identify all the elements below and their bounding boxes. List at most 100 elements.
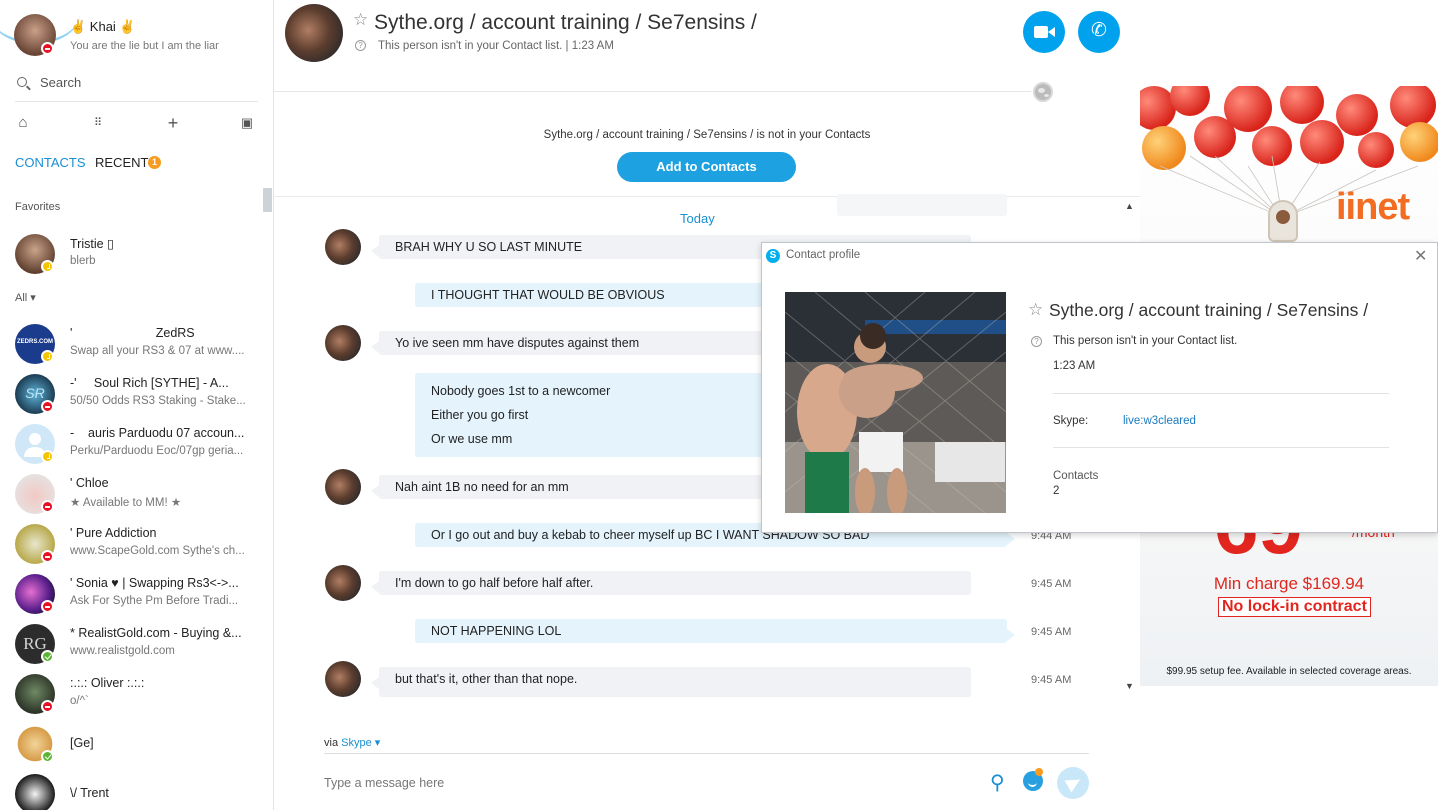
home-icon[interactable]: ⌂ xyxy=(13,112,33,134)
balloon-decoration xyxy=(1390,86,1436,128)
scroll-down-arrow-icon[interactable]: ▼ xyxy=(1125,681,1134,691)
contact-name: :.:.: Oliver :.:.: xyxy=(70,676,145,690)
contact-list-item[interactable]: \/ Trent xyxy=(0,772,263,810)
phone-icon: ✆ xyxy=(1091,20,1107,41)
status-away-icon xyxy=(41,350,54,363)
contact-list-item[interactable]: RG * RealistGold.com - Buying &... www.r… xyxy=(0,622,263,670)
sender-avatar[interactable] xyxy=(325,661,361,697)
contact-list-item[interactable]: - auris Parduodu 07 accoun... Perku/Pard… xyxy=(0,422,263,470)
search-icon xyxy=(17,77,27,87)
message-text: I'm down to go half before half after. xyxy=(395,576,594,590)
my-mood-message[interactable]: You are the lie but I am the liar xyxy=(70,40,219,52)
scroll-up-arrow-icon[interactable]: ▲ xyxy=(1125,201,1134,211)
favorite-star-icon[interactable]: ☆ xyxy=(353,10,368,30)
skype-logo-icon: S xyxy=(766,249,780,263)
message-incoming[interactable]: I'm down to go half before half after. xyxy=(371,571,971,595)
add-to-contacts-button[interactable]: Add to Contacts xyxy=(617,152,796,182)
video-call-button[interactable] xyxy=(1023,11,1065,53)
status-dnd-icon xyxy=(41,600,54,613)
sidebar-scrollbar-thumb[interactable] xyxy=(263,188,272,212)
my-display-name[interactable]: ✌ Khai ✌ xyxy=(70,19,136,35)
contact-name: - auris Parduodu 07 accoun... xyxy=(70,426,245,440)
contact-list-item[interactable]: ' Sonia ♥ | Swapping Rs3<->... Ask For S… xyxy=(0,572,263,620)
globe-icon[interactable] xyxy=(1033,82,1053,102)
contact-list-item[interactable]: ZEDRS.COM ' ZedRS Swap all your RS3 & 07… xyxy=(0,322,263,370)
close-icon[interactable]: ✕ xyxy=(1414,246,1427,266)
all-contacts-filter[interactable]: All ▾ xyxy=(15,291,36,304)
message-text: but that's it, other than that nope. xyxy=(395,672,578,686)
avatar xyxy=(15,774,55,810)
profile-not-in-contacts: This person isn't in your Contact list. xyxy=(1053,335,1238,347)
status-online-icon xyxy=(41,750,54,763)
contact-mood: www.realistgold.com xyxy=(70,645,175,657)
message-incoming[interactable]: but that's it, other than that nope. xyxy=(371,667,971,697)
status-online-icon xyxy=(41,650,54,663)
not-in-contacts-notice: Sythe.org / account training / Se7ensins… xyxy=(543,129,871,141)
avatar-logo-text: ZEDRS.COM xyxy=(17,339,53,345)
contact-name: -' Soul Rich [SYTHE] - A... xyxy=(70,376,229,390)
skype-app-window: ✌ Khai ✌ You are the lie but I am the li… xyxy=(0,0,1438,810)
contact-list-item[interactable]: ' Pure Addiction www.ScapeGold.com Sythe… xyxy=(0,522,263,570)
via-skype-dropdown[interactable]: Skype ▾ xyxy=(341,737,380,749)
dialpad-icon[interactable]: ⠿ xyxy=(88,112,108,134)
contact-profile-window: S Contact profile ✕ ☆ Sythe.org / accoun… xyxy=(761,242,1438,533)
contact-list-item[interactable]: :.:.: Oliver :.:.: o/^` xyxy=(0,672,263,720)
avatar-logo-text: SR xyxy=(25,385,45,401)
window-title: Contact profile xyxy=(786,249,861,261)
profile-display-name: Sythe.org / account training / Se7ensins… xyxy=(1049,300,1369,320)
astronaut-illustration xyxy=(1268,200,1298,242)
sender-avatar[interactable] xyxy=(325,469,361,505)
contact-list-item[interactable]: ' Chloe ★ Available to MM! ★ xyxy=(0,472,263,520)
send-button[interactable] xyxy=(1057,767,1089,799)
tab-contacts[interactable]: CONTACTS xyxy=(15,155,86,170)
message-input[interactable] xyxy=(324,774,924,792)
via-selector: via Skype ▾ xyxy=(324,736,380,749)
sender-avatar[interactable] xyxy=(325,565,361,601)
contact-mood: www.ScapeGold.com Sythe's ch... xyxy=(70,545,245,557)
status-away-icon xyxy=(41,260,54,273)
skype-id-link[interactable]: live:w3cleared xyxy=(1123,415,1196,427)
compose-divider xyxy=(324,753,1089,754)
sender-avatar[interactable] xyxy=(325,325,361,361)
default-person-icon xyxy=(29,433,41,445)
add-plus-icon[interactable]: + xyxy=(163,112,183,134)
balloon-decoration xyxy=(1280,86,1324,124)
emoticon-icon[interactable] xyxy=(1023,768,1043,791)
message-outgoing[interactable]: NOT HAPPENING LOL xyxy=(415,619,1015,643)
balloon-decoration xyxy=(1336,94,1378,136)
favorite-contact-tristie[interactable]: Tristie ▯ blerb xyxy=(0,232,263,280)
contact-list-item[interactable]: SR -' Soul Rich [SYTHE] - A... 50/50 Odd… xyxy=(0,372,263,420)
contact-name: \/ Trent xyxy=(70,786,109,800)
profile-divider xyxy=(1053,447,1389,448)
balloon-decoration xyxy=(1170,86,1210,116)
notice-divider xyxy=(274,196,1140,197)
skype-id-label: Skype: xyxy=(1053,415,1089,427)
info-icon: ? xyxy=(355,40,366,51)
contact-list-item[interactable]: [Ge] xyxy=(0,722,263,770)
tab-recent[interactable]: RECENT xyxy=(95,155,148,170)
favorite-star-icon[interactable]: ☆ xyxy=(1028,300,1043,320)
profile-photo-illustration xyxy=(785,292,1006,513)
search-placeholder: Search xyxy=(40,75,82,90)
contact-name: Tristie ▯ xyxy=(70,237,114,251)
via-prefix: via xyxy=(324,737,339,749)
profile-divider xyxy=(1053,393,1389,394)
header-divider xyxy=(274,91,1031,92)
bot-icon[interactable]: ▣ xyxy=(237,112,257,134)
ad-min-charge: Min charge $169.94 xyxy=(1213,574,1365,593)
my-status-dnd-icon[interactable] xyxy=(41,42,54,55)
conversation-avatar[interactable] xyxy=(285,4,343,62)
contact-name: [Ge] xyxy=(70,736,94,750)
search-box[interactable]: Search xyxy=(15,72,258,102)
attach-file-icon[interactable]: ⚲ xyxy=(990,770,1005,795)
iinet-logo: iinet xyxy=(1336,186,1410,229)
message-timestamp: 9:45 AM xyxy=(1031,578,1072,590)
conversation-subtitle: This person isn't in your Contact list. … xyxy=(378,40,614,52)
sender-avatar[interactable] xyxy=(325,229,361,265)
conversation-title[interactable]: Sythe.org / account training / Se7ensins… xyxy=(374,11,757,35)
message-timestamp: 9:45 AM xyxy=(1031,674,1072,686)
audio-call-button[interactable]: ✆ xyxy=(1078,11,1120,53)
contact-name: ' Sonia ♥ | Swapping Rs3<->... xyxy=(70,576,239,590)
contact-name: * RealistGold.com - Buying &... xyxy=(70,626,242,640)
contact-mood: Perku/Parduodu Eoc/07gp geria... xyxy=(70,445,244,457)
